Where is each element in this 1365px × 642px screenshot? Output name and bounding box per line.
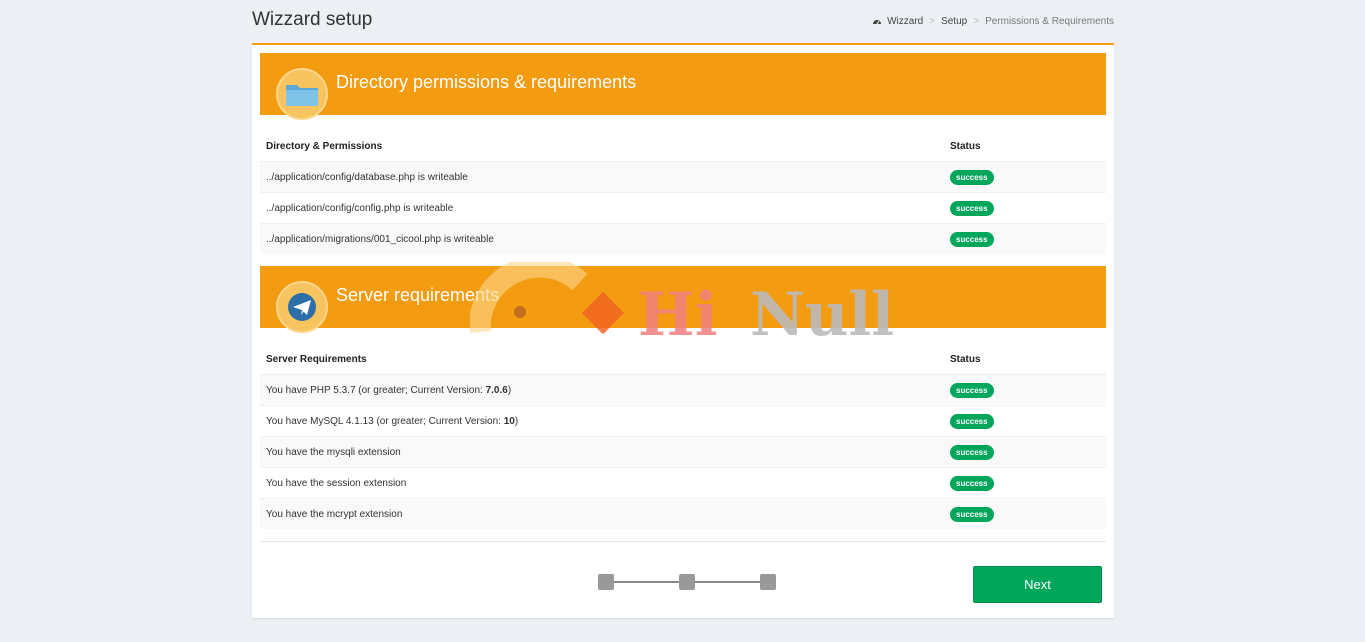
step-connector — [614, 581, 679, 583]
folder-icon — [286, 85, 318, 106]
column-header: Status — [944, 344, 1106, 375]
breadcrumb-current: Permissions & Requirements — [985, 16, 1114, 27]
requirement-text: ../application/config/config.php is writ… — [260, 192, 944, 224]
status-badge: success — [950, 506, 994, 522]
status-badge: success — [950, 382, 994, 398]
version-value: 10 — [503, 415, 515, 427]
section-title: Server requirements — [336, 285, 500, 305]
breadcrumb: Wizzard > Setup > Permissions & Requirem… — [872, 16, 1114, 27]
requirement-text: You have MySQL 4.1.13 (or greater; Curre… — [260, 405, 944, 437]
table-row: You have the mysqli extension success — [260, 436, 1106, 468]
table-row: ../application/config/config.php is writ… — [260, 192, 1106, 224]
table-row: You have the mcrypt extension success — [260, 498, 1106, 529]
directory-permissions-banner: Directory permissions & requirements — [260, 53, 1106, 120]
status-badge: success — [950, 444, 994, 460]
step-connector — [695, 581, 760, 583]
folder-icon-circle — [276, 68, 328, 120]
table-row: You have MySQL 4.1.13 (or greater; Curre… — [260, 405, 1106, 437]
table-row: ../application/migrations/001_cicool.php… — [260, 223, 1106, 254]
paper-plane-icon — [288, 293, 316, 321]
column-header: Server Requirements — [260, 344, 944, 375]
column-header: Directory & Permissions — [260, 131, 944, 162]
breadcrumb-setup-link[interactable]: Setup — [941, 16, 967, 27]
requirement-text: ../application/config/database.php is wr… — [260, 161, 944, 193]
version-value: 7.0.6 — [485, 384, 508, 396]
paper-plane-icon-circle — [276, 281, 328, 333]
breadcrumb-separator: > — [929, 16, 936, 27]
table-row: You have the session extension success — [260, 467, 1106, 499]
status-badge: success — [950, 231, 994, 247]
dashboard-icon — [873, 19, 882, 24]
server-requirements-table: Server Requirements Status You have PHP … — [260, 344, 1106, 529]
requirement-text: You have PHP 5.3.7 (or greater; Current … — [260, 374, 944, 406]
wizard-steps — [598, 574, 776, 590]
wizard-box: Directory permissions & requirements Dir… — [252, 43, 1114, 618]
table-row: ../application/config/database.php is wr… — [260, 161, 1106, 193]
server-requirements-banner: Server requirements — [260, 266, 1106, 333]
divider — [260, 541, 1106, 542]
status-badge: success — [950, 413, 994, 429]
column-header: Status — [944, 131, 1106, 162]
table-row: You have PHP 5.3.7 (or greater; Current … — [260, 374, 1106, 406]
step-2[interactable] — [679, 574, 695, 590]
section-title: Directory permissions & requirements — [336, 72, 637, 92]
breadcrumb-separator: > — [973, 16, 980, 27]
requirement-text: You have the mysqli extension — [260, 436, 944, 468]
directory-permissions-table: Directory & Permissions Status ../applic… — [260, 131, 1106, 254]
step-3[interactable] — [760, 574, 776, 590]
status-badge: success — [950, 475, 994, 491]
next-button[interactable]: Next — [973, 566, 1102, 603]
step-1[interactable] — [598, 574, 614, 590]
status-badge: success — [950, 169, 994, 185]
requirement-text: ../application/migrations/001_cicool.php… — [260, 223, 944, 254]
requirement-text: You have the mcrypt extension — [260, 498, 944, 529]
status-badge: success — [950, 200, 994, 216]
requirement-text: You have the session extension — [260, 467, 944, 499]
page-title: Wizzard setup — [252, 9, 373, 30]
breadcrumb-wizzard-link[interactable]: Wizzard — [887, 16, 923, 27]
